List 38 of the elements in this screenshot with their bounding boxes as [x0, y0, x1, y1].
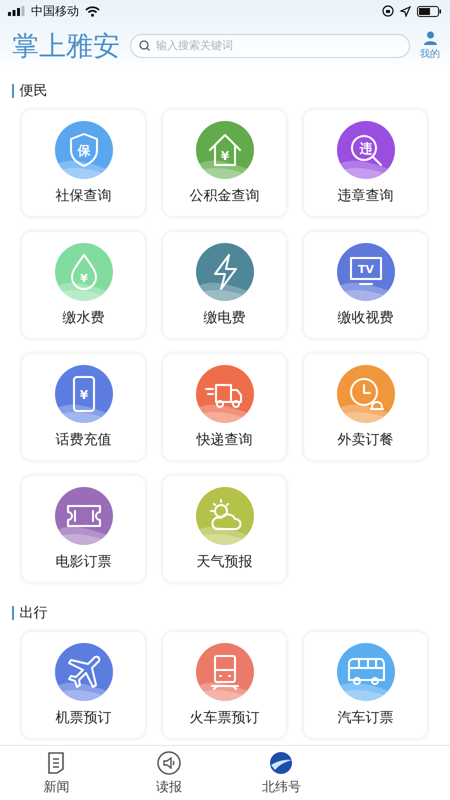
shield-icon: 保	[54, 121, 112, 179]
signal-icon	[8, 6, 25, 16]
app-title: 掌上雅安	[12, 30, 120, 64]
house-icon: ¥	[196, 121, 254, 179]
service-tile[interactable]: ¥ 公积金查询	[163, 110, 286, 216]
tab-bar-item[interactable]: 读报	[112, 746, 225, 800]
rotation-lock-icon	[382, 5, 394, 17]
globe-logo-icon	[269, 750, 294, 774]
drop-icon: ¥	[54, 243, 112, 301]
wifi-icon	[85, 6, 100, 16]
service-tile[interactable]: TV 缴收视费	[304, 232, 427, 338]
document-icon	[46, 750, 66, 774]
tab-bar-item[interactable]: 新闻	[0, 746, 112, 800]
service-tile[interactable]: 电影订票	[22, 476, 145, 582]
magnifier-icon: 违	[336, 121, 394, 179]
service-tile[interactable]: 汽车订票	[304, 632, 427, 738]
tab-bar-item[interactable]: 北纬号	[225, 746, 338, 800]
service-tile[interactable]: ¥ 话费充值	[22, 354, 145, 460]
carrier-name: 中国移动	[31, 2, 79, 20]
service-tile[interactable]: 缴电费	[163, 232, 286, 338]
service-tile[interactable]: 违 违章查询	[304, 110, 427, 216]
section-title: 便民	[20, 82, 48, 100]
speaker-icon	[156, 750, 181, 774]
user-icon	[424, 31, 436, 45]
service-tile[interactable]: 火车票预订	[163, 632, 286, 738]
service-tile[interactable]: 快递查询	[163, 354, 286, 460]
section-title: 出行	[20, 604, 48, 622]
search-field[interactable]: 输入搜索关键词	[130, 34, 410, 58]
service-tile[interactable]: 机票预订	[22, 632, 145, 738]
phone-icon: ¥	[54, 365, 112, 423]
tv-icon: TV	[336, 243, 394, 301]
service-tile[interactable]: 外卖订餐	[304, 354, 427, 460]
search-icon	[139, 40, 150, 51]
service-tile[interactable]: ¥ 缴水费	[22, 232, 145, 338]
battery-icon	[417, 6, 442, 16]
service-tile[interactable]: 天气预报	[163, 476, 286, 582]
location-arrow-icon	[400, 6, 411, 16]
service-tile[interactable]: 保 社保查询	[22, 110, 145, 216]
